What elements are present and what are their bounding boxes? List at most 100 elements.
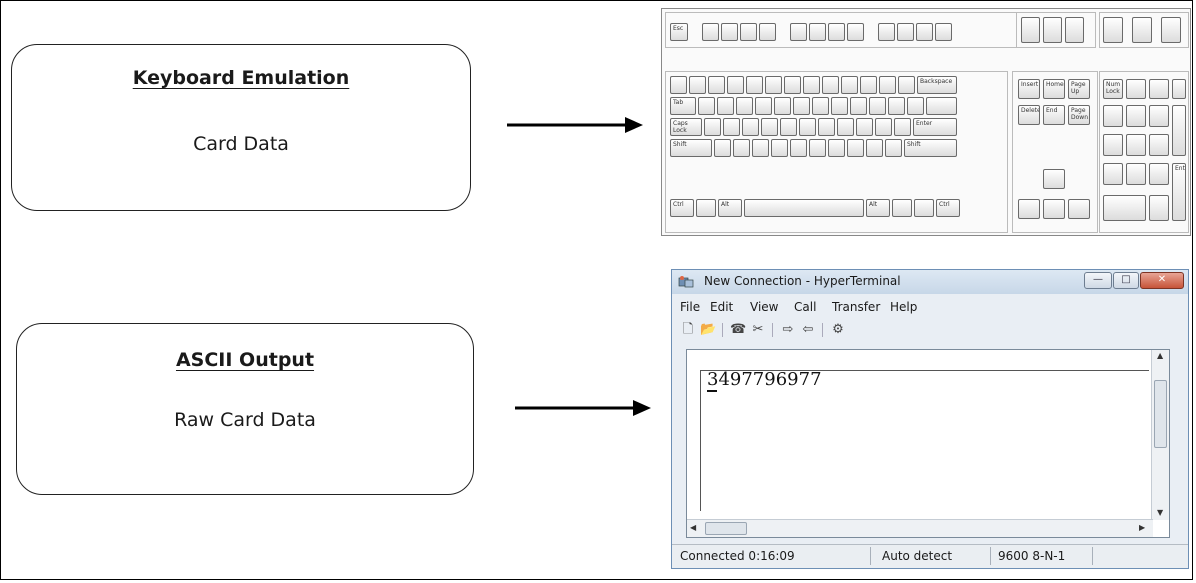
keyboard-key <box>926 97 957 115</box>
terminal-area[interactable]: 3497796977 ▲ ▼ ◀ ▶ <box>686 349 1170 538</box>
numpad-key <box>1149 105 1169 127</box>
window-title-bar[interactable]: New Connection - HyperTerminal — □ ✕ <box>672 270 1188 294</box>
disconnect-icon[interactable]: ✂ <box>750 322 766 338</box>
key-enter: Enter <box>913 118 957 136</box>
receive-icon[interactable]: ⇦ <box>800 322 816 338</box>
menu-transfer[interactable]: Transfer <box>832 300 880 314</box>
key-function <box>935 23 952 41</box>
key-print-screen <box>1021 17 1040 43</box>
menu-bar: File Edit View Call Transfer Help <box>672 297 1188 317</box>
keyboard-emulation-subtitle: Card Data <box>193 133 289 155</box>
numpad-key <box>1103 105 1123 127</box>
toolbar-separator <box>822 323 823 337</box>
menu-help[interactable]: Help <box>890 300 917 314</box>
numpad-key <box>1126 163 1146 185</box>
keyboard-key <box>744 199 864 217</box>
key-shift-left: Shift <box>670 139 712 157</box>
numpad-decimal <box>1149 195 1169 221</box>
key-arrow-up <box>1043 169 1065 189</box>
toolbar-separator <box>772 323 773 337</box>
open-folder-icon[interactable]: 📂 <box>700 322 716 338</box>
keyboard-key <box>888 97 905 115</box>
numpad-key <box>1103 163 1123 185</box>
toolbar-separator <box>722 323 723 337</box>
key-indicator <box>1103 17 1123 43</box>
status-divider <box>990 547 991 565</box>
scroll-left-icon[interactable]: ◀ <box>690 523 696 532</box>
call-icon[interactable]: ☎ <box>730 322 746 338</box>
toolbar: 🗋 📂 ☎ ✂ ⇨ ⇦ ⚙ <box>672 319 1188 341</box>
keyboard-key <box>771 139 788 157</box>
key-delete: Delete <box>1018 105 1040 125</box>
keyboard-key <box>774 97 791 115</box>
key-ctrl-right: Ctrl <box>936 199 960 217</box>
keyboard-key <box>894 118 911 136</box>
new-document-icon[interactable]: 🗋 <box>680 322 696 338</box>
keyboard-image: Esc Backspace Tab Caps Lock Enter Shift Shift C… <box>661 8 1191 236</box>
numpad-key <box>1149 163 1169 185</box>
key-insert: Insert <box>1018 79 1040 99</box>
scroll-up-icon[interactable]: ▲ <box>1157 351 1163 360</box>
maximize-icon: □ <box>1121 274 1131 285</box>
keyboard-key <box>856 118 873 136</box>
keyboard-key <box>866 139 883 157</box>
key-esc: Esc <box>670 23 688 41</box>
keyboard-key <box>809 139 826 157</box>
properties-icon[interactable]: ⚙ <box>830 322 846 338</box>
close-icon: ✕ <box>1157 274 1167 285</box>
keyboard-key <box>723 118 740 136</box>
minimize-button[interactable]: — <box>1084 272 1112 289</box>
keyboard-key <box>727 76 744 94</box>
key-function <box>847 23 864 41</box>
numpad-key <box>1172 79 1186 99</box>
keyboard-key <box>780 118 797 136</box>
key-function <box>702 23 719 41</box>
keyboard-key <box>717 97 734 115</box>
vertical-scroll-thumb[interactable] <box>1154 380 1167 448</box>
keyboard-key <box>704 118 721 136</box>
maximize-button[interactable]: □ <box>1113 272 1139 289</box>
key-function <box>897 23 914 41</box>
menu-view[interactable]: View <box>750 300 778 314</box>
keyboard-key <box>822 76 839 94</box>
key-end: End <box>1043 105 1065 125</box>
key-function <box>828 23 845 41</box>
key-arrow-down <box>1043 199 1065 219</box>
key-arrow-right <box>1068 199 1090 219</box>
vertical-scrollbar[interactable]: ▲ ▼ <box>1151 350 1169 520</box>
keyboard-key <box>860 76 877 94</box>
status-settings: 9600 8-N-1 <box>998 549 1066 563</box>
keyboard-emulation-title: Keyboard Emulation <box>132 67 350 89</box>
keyboard-key <box>736 97 753 115</box>
keyboard-key <box>907 97 924 115</box>
keyboard-key <box>831 97 848 115</box>
menu-call[interactable]: Call <box>794 300 816 314</box>
key-alt-left: Alt <box>718 199 742 217</box>
keyboard-key <box>850 97 867 115</box>
status-detect: Auto detect <box>882 549 953 563</box>
key-function <box>809 23 826 41</box>
status-connected: Connected 0:16:09 <box>680 549 795 563</box>
keyboard-key <box>885 139 902 157</box>
send-icon[interactable]: ⇨ <box>780 322 796 338</box>
keyboard-key <box>765 76 782 94</box>
horizontal-scroll-thumb[interactable] <box>705 522 747 535</box>
menu-edit[interactable]: Edit <box>710 300 733 314</box>
terminal-screen: 3497796977 <box>700 369 1149 511</box>
keyboard-key <box>784 76 801 94</box>
keyboard-key <box>898 76 915 94</box>
key-caps-lock: Caps Lock <box>670 118 702 136</box>
numpad-zero <box>1103 195 1146 221</box>
scroll-right-icon[interactable]: ▶ <box>1139 523 1145 532</box>
key-shift-right: Shift <box>904 139 957 157</box>
ascii-output-title: ASCII Output <box>175 349 315 371</box>
key-arrow-left <box>1018 199 1040 219</box>
keyboard-key <box>799 118 816 136</box>
menu-file[interactable]: File <box>680 300 700 314</box>
scroll-down-icon[interactable]: ▼ <box>1157 508 1163 517</box>
horizontal-scrollbar[interactable]: ◀ ▶ <box>687 519 1153 537</box>
keyboard-key <box>869 97 886 115</box>
keyboard-key <box>879 76 896 94</box>
key-function <box>721 23 738 41</box>
close-button[interactable]: ✕ <box>1140 272 1184 289</box>
